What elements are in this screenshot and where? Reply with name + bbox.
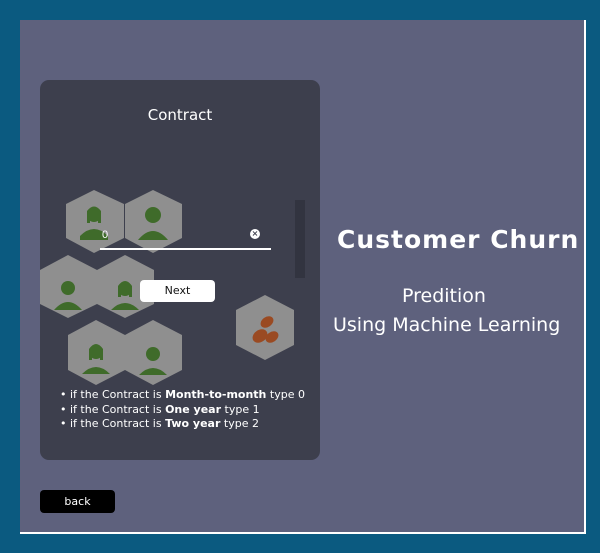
app-subtitle-line2: Using Machine Learning bbox=[333, 314, 561, 336]
hexagon-tile bbox=[125, 190, 182, 253]
hexagon-tile bbox=[66, 190, 124, 253]
back-button[interactable]: back bbox=[40, 490, 115, 513]
contract-input[interactable] bbox=[100, 228, 244, 242]
close-icon[interactable]: × bbox=[250, 229, 260, 239]
frame-border-right bbox=[584, 20, 586, 532]
note-item: • if the Contract is One year type 1 bbox=[60, 402, 260, 416]
contract-card: Contract 0 × Next • if the Contract is M… bbox=[40, 80, 320, 460]
hexagon-tile bbox=[40, 255, 97, 318]
frame-border-bottom bbox=[20, 532, 586, 534]
next-button[interactable]: Next bbox=[140, 280, 215, 302]
hexagon-tile bbox=[236, 295, 294, 360]
note-item: • if the Contract is Month-to-month type… bbox=[60, 388, 305, 401]
scroll-track bbox=[295, 200, 305, 278]
app-subtitle-line1: Predition bbox=[402, 285, 486, 307]
note-item: • if the Contract is Two year type 2 bbox=[60, 417, 259, 430]
hexagon-tile bbox=[125, 320, 182, 385]
app-stage: Contract 0 × Next • if the Contract is M… bbox=[20, 20, 584, 532]
app-title: Customer Churn bbox=[337, 225, 580, 254]
input-underline bbox=[100, 248, 271, 250]
contract-notes: • if the Contract is Month-to-month type… bbox=[60, 388, 318, 432]
hexagon-tile bbox=[68, 320, 125, 385]
